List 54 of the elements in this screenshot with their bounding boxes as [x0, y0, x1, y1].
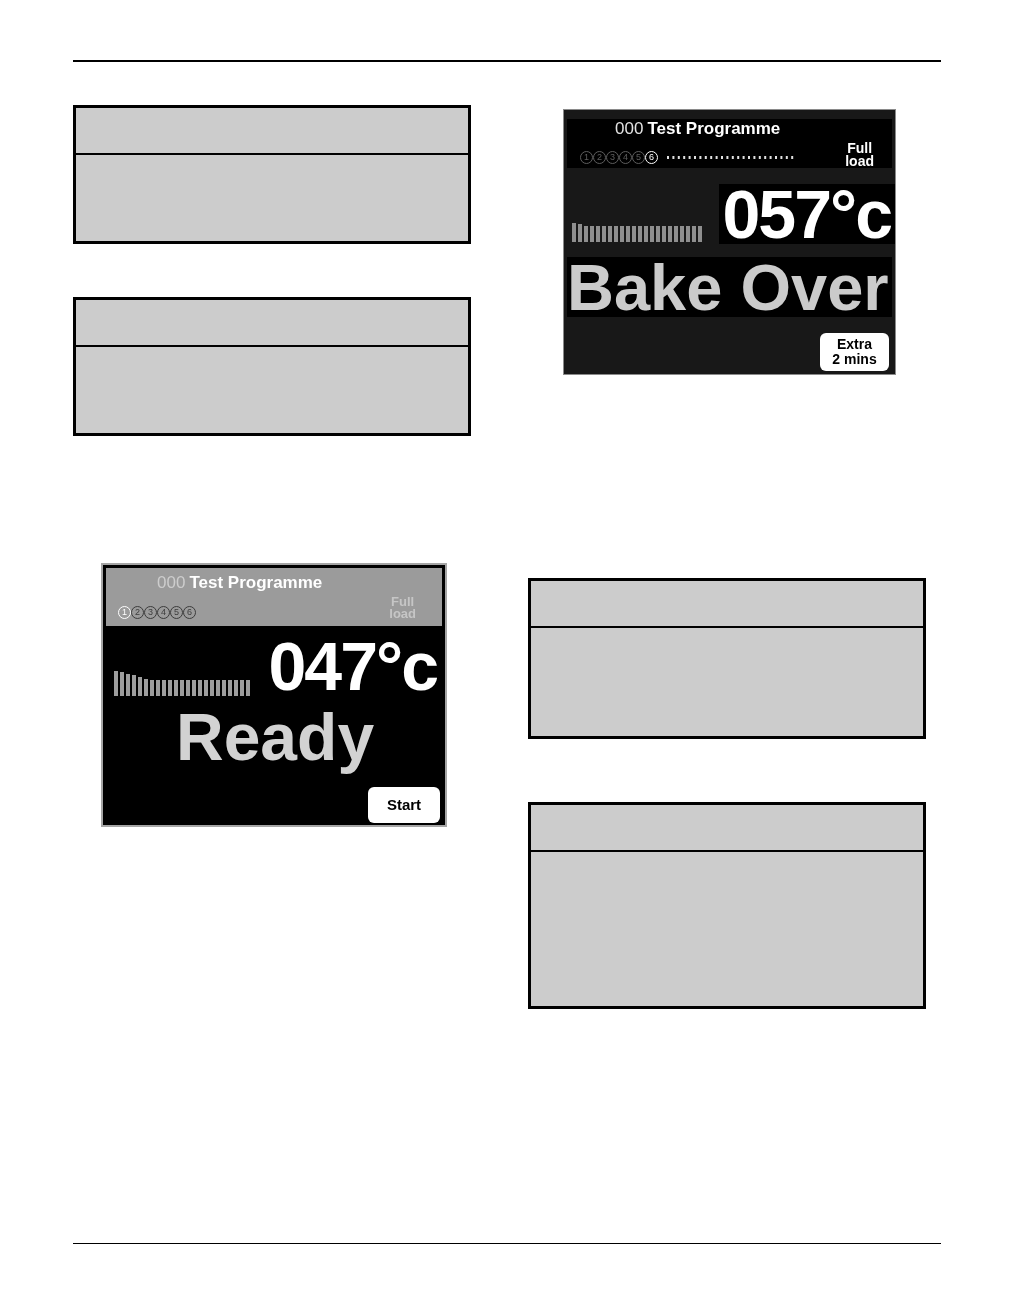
temperature-reading: 047°c — [268, 632, 437, 700]
meter-bar — [674, 226, 678, 242]
meter-bar — [614, 226, 618, 242]
action-button[interactable]: Extra 2 mins — [820, 333, 889, 371]
meter-bar — [692, 226, 696, 242]
status-text: Bake Over — [567, 254, 889, 320]
meter-bar — [174, 680, 178, 696]
meter-bar — [638, 226, 642, 242]
meter-bar — [572, 223, 576, 242]
load-label: Full load — [845, 139, 875, 168]
meter-bar — [204, 680, 208, 696]
meter-bar — [156, 680, 160, 696]
meter-bar — [240, 680, 244, 696]
meter-bar — [656, 226, 660, 242]
meter-bar — [662, 226, 666, 242]
meter-bar — [150, 680, 154, 696]
meter-bar — [126, 674, 130, 696]
meter-bar — [210, 680, 214, 696]
meter-bar — [162, 680, 166, 696]
meter-bar — [686, 226, 690, 242]
meter-bar — [186, 680, 190, 696]
meter-bar — [192, 680, 196, 696]
meter-bar — [680, 226, 684, 242]
meter-bar — [168, 680, 172, 696]
meter-bar — [228, 680, 232, 696]
meter-bar — [180, 680, 184, 696]
meter-bar — [632, 226, 636, 242]
program-name: Test Programme — [189, 573, 323, 593]
meter-bar — [132, 675, 136, 696]
meter-bar — [578, 224, 582, 242]
meter-bar — [596, 226, 600, 242]
meter-bar — [620, 226, 624, 242]
meter-bar — [222, 680, 226, 696]
meter-bar — [584, 226, 588, 242]
meter-bar — [120, 672, 124, 696]
meter-bar — [590, 226, 594, 242]
meter-bar — [650, 226, 654, 242]
program-number: 000 — [615, 119, 644, 139]
meter-bar — [216, 680, 220, 696]
meter-bar — [626, 226, 630, 242]
meter-bar — [114, 671, 118, 696]
meter-bar — [198, 680, 202, 696]
program-name: Test Programme — [647, 119, 781, 139]
action-button[interactable]: Start — [368, 787, 440, 823]
meter-bar — [608, 226, 612, 242]
meter-bar — [144, 679, 148, 696]
meter-bar — [246, 680, 250, 696]
meter-bar — [698, 226, 702, 242]
meter-bar — [644, 226, 648, 242]
temperature-reading: 057°c — [721, 180, 892, 248]
meter-bar — [668, 226, 672, 242]
meter-bar — [602, 226, 606, 242]
meter-bar — [234, 680, 238, 696]
meter-bar — [138, 677, 142, 696]
